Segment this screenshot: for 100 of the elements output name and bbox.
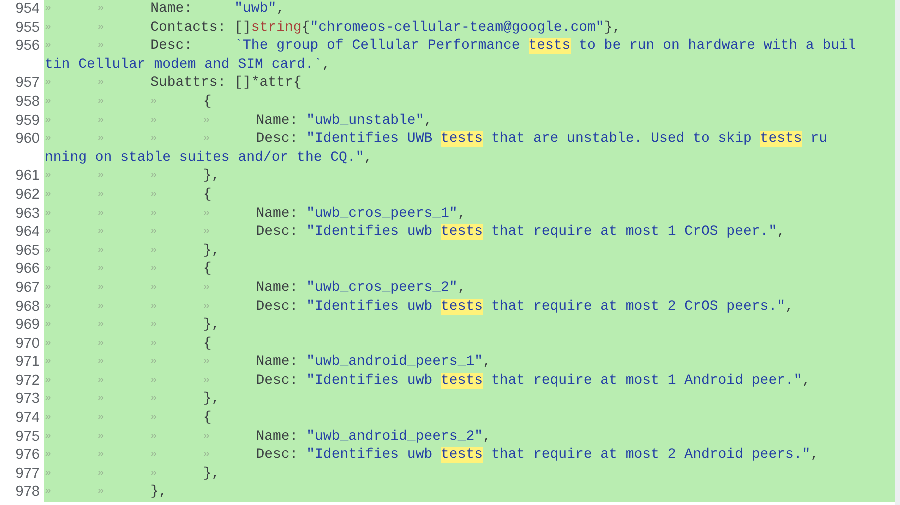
tab-marker: » — [98, 318, 104, 334]
tab-marker: » — [203, 225, 210, 240]
tab-marker: » — [150, 411, 158, 426]
tab-marker: » — [150, 94, 158, 110]
code-text: Desc: "Identifies uwb tests that require at most 2 CrOS peers.", — [256, 298, 794, 316]
tab-marker: » — [45, 485, 52, 500]
tab-marker: » — [150, 300, 158, 314]
tab-marker: » — [150, 244, 158, 259]
tab-marker: » — [98, 280, 104, 296]
tab-marker: » — [150, 132, 158, 148]
tab-marker: » — [45, 206, 52, 222]
tab-marker: » — [98, 262, 104, 278]
tab-marker: » — [45, 411, 52, 426]
tab-marker: » — [150, 466, 158, 482]
tab-marker: » — [203, 132, 210, 148]
tab-marker: » — [45, 39, 52, 54]
tab-marker: » — [150, 262, 158, 278]
tab-marker: » — [45, 169, 52, 184]
tab-marker: » — [203, 355, 210, 370]
tab-marker: » — [150, 392, 158, 408]
code-text: Name: "uwb_cros_peers_2", — [256, 278, 466, 298]
code-text: Desc: "Identifies uwb tests that require at most 1 Android peer.", — [256, 372, 811, 390]
code-text: Name: "uwb_android_peers_1", — [256, 353, 492, 372]
tab-marker: » — [98, 169, 104, 184]
tab-marker: » — [98, 244, 104, 259]
tab-marker: » — [98, 411, 104, 426]
code-text: }, — [203, 390, 220, 410]
tab-marker: » — [45, 262, 52, 278]
code-text: }, — [203, 242, 220, 260]
tab-marker: » — [98, 374, 104, 389]
code-text: Subattrs: []*attr{ — [150, 74, 302, 93]
tab-marker: » — [45, 225, 52, 240]
code-text: }, — [150, 483, 168, 502]
tab-marker: » — [98, 94, 104, 110]
tab-marker: » — [98, 2, 104, 17]
tab-marker: » — [150, 318, 158, 334]
code-text: Name: "uwb_cros_peers_1", — [256, 204, 466, 224]
tab-marker: » — [150, 206, 158, 222]
tab-marker: » — [203, 300, 210, 314]
tab-marker: » — [203, 280, 210, 296]
tab-marker: » — [45, 392, 52, 408]
tab-marker: » — [150, 430, 158, 445]
tab-marker: » — [98, 392, 104, 408]
tab-marker: » — [45, 76, 52, 92]
tab-marker: » — [98, 39, 104, 54]
tab-marker: » — [45, 132, 52, 148]
tab-marker: » — [150, 336, 158, 352]
code-text: }, — [203, 464, 220, 484]
code-text: Desc: "Identifies uwb tests that require at most 1 CrOS peer.", — [256, 223, 786, 242]
tab-marker: » — [98, 225, 104, 240]
tab-marker: » — [98, 430, 104, 445]
tab-marker: » — [150, 169, 158, 184]
code-text: { — [203, 409, 212, 428]
code-text: Name: "uwb_android_peers_2", — [256, 428, 492, 446]
tab-marker: » — [45, 20, 52, 36]
tab-marker: » — [45, 280, 52, 296]
tab-marker: » — [98, 485, 104, 500]
tab-marker: » — [203, 114, 210, 129]
tab-marker: » — [45, 336, 52, 352]
tab-marker: » — [98, 300, 104, 314]
code-text: Desc: "Identifies UWB tests that are unstable. Used to skip tests ru — [256, 130, 828, 149]
tab-marker: » — [45, 430, 52, 445]
code-text: nning on stable suites and/or the CQ.", — [45, 148, 373, 168]
code-text: }, — [203, 167, 220, 186]
tab-marker: » — [98, 448, 104, 464]
tab-marker: » — [150, 225, 158, 240]
tab-marker: » — [98, 336, 104, 352]
code-text: tin Cellular modem and SIM card.`, — [45, 56, 331, 74]
tab-marker: » — [150, 188, 158, 203]
tab-marker: » — [98, 355, 104, 370]
code-text: { — [203, 334, 212, 354]
tab-marker: » — [45, 374, 52, 389]
code-text: { — [203, 186, 212, 205]
tab-marker: » — [45, 2, 52, 17]
tab-marker: » — [45, 466, 52, 482]
tab-marker: » — [98, 76, 104, 92]
code-text: Contacts: []string{"chromeos-cellular-team@google.com"}, — [150, 18, 622, 38]
tab-marker: » — [45, 355, 52, 370]
code-text: { — [203, 260, 212, 279]
tab-marker: » — [45, 94, 52, 110]
tab-marker: » — [98, 132, 104, 148]
tab-marker: » — [45, 318, 52, 334]
tab-marker: » — [150, 355, 158, 370]
tab-marker: » — [45, 114, 52, 129]
tab-marker: » — [98, 114, 104, 129]
tab-marker: » — [98, 188, 104, 203]
tab-marker: » — [98, 466, 104, 482]
code-text: Desc: `The group of Cellular Performance tests to be run on hardware with a buil — [150, 37, 856, 56]
tab-marker: » — [45, 300, 52, 314]
tab-marker: » — [45, 244, 52, 259]
tab-marker: » — [45, 448, 52, 464]
code-text: }, — [203, 316, 220, 335]
tab-marker: » — [45, 188, 52, 203]
code-text: Desc: "Identifies uwb tests that require at most 2 Android peers.", — [256, 446, 820, 465]
tab-marker: » — [203, 448, 210, 464]
tab-marker: » — [150, 280, 158, 296]
code-text: { — [203, 92, 212, 112]
tab-marker: » — [203, 374, 210, 389]
tab-marker: » — [98, 206, 104, 222]
tab-marker: » — [150, 374, 158, 389]
